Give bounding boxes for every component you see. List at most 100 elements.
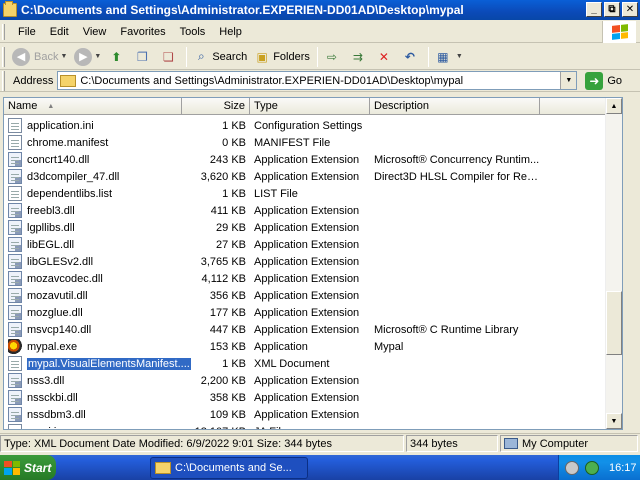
copy-to-button[interactable]: ❐: [131, 46, 156, 68]
file-row[interactable]: nss3.dll 2,200 KB Application Extension: [4, 372, 622, 389]
file-row[interactable]: d3dcompiler_47.dll 3,620 KB Application Ex…: [4, 168, 622, 185]
file-size: 4,112 KB: [201, 272, 246, 285]
folder-icon: [3, 1, 17, 17]
scroll-down-button[interactable]: ▼: [606, 413, 622, 429]
copy-button[interactable]: ⇉: [347, 46, 372, 68]
windows-flag-icon: [4, 460, 20, 475]
clock[interactable]: 16:17: [609, 462, 637, 474]
column-header-name[interactable]: Name ▲: [4, 98, 182, 115]
file-name: application.ini: [27, 119, 94, 132]
file-row[interactable]: nssdbm3.dll 109 KB Application Extension: [4, 406, 622, 423]
vertical-scrollbar[interactable]: ▲ ▼: [605, 98, 622, 429]
close-button[interactable]: ✕: [622, 2, 638, 17]
file-size: 358 KB: [209, 391, 246, 404]
up-folder-button[interactable]: ⬆: [105, 46, 130, 68]
file-name-cell[interactable]: application.ini: [4, 118, 182, 133]
scroll-thumb[interactable]: [606, 291, 622, 355]
search-button[interactable]: ⌕ Search: [190, 46, 250, 68]
file-row[interactable]: freebl3.dll 411 KB Application Extension: [4, 202, 622, 219]
column-header-size[interactable]: Size: [182, 98, 250, 115]
file-row[interactable]: msvcp140.dll 447 KB Application Extension M…: [4, 321, 622, 338]
file-type: XML Document: [254, 357, 330, 370]
file-row[interactable]: application.ini 1 KB Configuration Setting…: [4, 117, 622, 134]
views-button[interactable]: ▦ ▼: [432, 46, 466, 68]
menu-help[interactable]: Help: [212, 26, 249, 38]
file-name-cell[interactable]: chrome.manifest: [4, 135, 182, 150]
file-row[interactable]: mypal.VisualElementsManifest.... 1 KB XML …: [4, 355, 622, 372]
dll-file-icon: [8, 203, 22, 218]
file-row[interactable]: concrt140.dll 243 KB Application Extension…: [4, 151, 622, 168]
move-button[interactable]: ⇨: [321, 46, 346, 68]
file-name-cell[interactable]: mozavcodec.dll: [4, 271, 182, 286]
network-icon[interactable]: [565, 460, 579, 475]
file-name: concrt140.dll: [27, 153, 90, 166]
file-name-cell[interactable]: nssckbi.dll: [4, 390, 182, 405]
menu-grip[interactable]: [2, 23, 5, 40]
undo-icon: ↶: [404, 49, 415, 64]
status-bar: Type: XML Document Date Modified: 6/9/20…: [0, 433, 640, 453]
file-row[interactable]: mypal.exe 153 KB Application Mypal: [4, 338, 622, 355]
file-name-cell[interactable]: nss3.dll: [4, 373, 182, 388]
file-row[interactable]: lgpllibs.dll 29 KB Application Extension: [4, 219, 622, 236]
up-folder-icon: ⬆: [111, 49, 122, 64]
column-header-description[interactable]: Description: [370, 98, 540, 115]
file-row[interactable]: mozglue.dll 177 KB Application Extension: [4, 304, 622, 321]
file-row[interactable]: mozavutil.dll 356 KB Application Extension: [4, 287, 622, 304]
file-row[interactable]: libEGL.dll 27 KB Application Extension: [4, 236, 622, 253]
go-button[interactable]: ➜ Go: [585, 71, 622, 90]
minimize-button[interactable]: _: [586, 2, 602, 17]
file-name-cell[interactable]: nssdbm3.dll: [4, 407, 182, 422]
file-name-cell[interactable]: mypal.exe: [4, 339, 182, 354]
menu-tools[interactable]: Tools: [173, 26, 213, 38]
file-name-cell[interactable]: mypal.VisualElementsManifest....: [4, 356, 191, 371]
copy-to-icon: ❐: [136, 49, 148, 64]
views-icon: ▦: [437, 49, 449, 64]
file-name: mozavutil.dll: [27, 289, 88, 302]
file-row[interactable]: libGLESv2.dll 3,765 KB Application Extensi…: [4, 253, 622, 270]
file-type: Application Extension: [254, 204, 360, 217]
folders-button[interactable]: ▣ Folders: [251, 46, 313, 68]
delete-button[interactable]: ✕: [373, 46, 398, 68]
start-button[interactable]: Start: [0, 455, 56, 480]
file-row[interactable]: mozavcodec.dll 4,112 KB Application Extens…: [4, 270, 622, 287]
file-name-cell[interactable]: mozglue.dll: [4, 305, 182, 320]
file-name-cell[interactable]: concrt140.dll: [4, 152, 182, 167]
toolbar-grip[interactable]: [2, 46, 5, 67]
file-list[interactable]: Name ▲ Size Type Description application…: [3, 97, 623, 430]
file-row[interactable]: omni.ja 18,107 KBJA File: [4, 423, 622, 430]
scroll-up-button[interactable]: ▲: [606, 98, 622, 114]
file-name: msvcp140.dll: [27, 323, 92, 336]
file-name: omni.ja: [27, 426, 62, 430]
file-row[interactable]: dependentlibs.list 1 KB LIST File: [4, 185, 622, 202]
title-bar[interactable]: C:\Documents and Settings\Administrator.…: [0, 0, 640, 20]
file-type: Application Extension: [254, 255, 360, 268]
undo-button[interactable]: ↶: [399, 46, 424, 68]
file-name-cell[interactable]: freebl3.dll: [4, 203, 182, 218]
taskbar-item-explorer[interactable]: C:\Documents and Se...: [150, 456, 308, 479]
file-name-cell[interactable]: mozavutil.dll: [4, 288, 182, 303]
security-icon[interactable]: [585, 460, 599, 475]
address-input[interactable]: C:\Documents and Settings\Administrator.…: [57, 71, 578, 90]
file-name-cell[interactable]: lgpllibs.dll: [4, 220, 182, 235]
menu-favorites[interactable]: Favorites: [113, 26, 172, 38]
file-name-cell[interactable]: libEGL.dll: [4, 237, 182, 252]
back-button[interactable]: ◀ Back ▼: [9, 46, 70, 68]
file-size: 27 KB: [216, 238, 246, 251]
menu-edit[interactable]: Edit: [43, 26, 76, 38]
file-row[interactable]: chrome.manifest 0 KB MANIFEST File: [4, 134, 622, 151]
column-header-type[interactable]: Type: [250, 98, 370, 115]
status-size: 344 bytes: [406, 435, 498, 452]
forward-button[interactable]: ▶ ▼: [71, 46, 104, 68]
address-dropdown-button[interactable]: ▼: [560, 72, 577, 89]
menu-file[interactable]: File: [11, 26, 43, 38]
move-to-button[interactable]: ❏: [157, 46, 182, 68]
file-name-cell[interactable]: msvcp140.dll: [4, 322, 182, 337]
file-name-cell[interactable]: omni.ja: [4, 424, 182, 430]
file-row[interactable]: nssckbi.dll 358 KB Application Extension: [4, 389, 622, 406]
file-name-cell[interactable]: libGLESv2.dll: [4, 254, 182, 269]
address-grip[interactable]: [2, 70, 5, 91]
file-name-cell[interactable]: dependentlibs.list: [4, 186, 182, 201]
menu-view[interactable]: View: [76, 26, 114, 38]
file-name-cell[interactable]: d3dcompiler_47.dll: [4, 169, 182, 184]
restore-button[interactable]: ⧉: [604, 2, 620, 17]
